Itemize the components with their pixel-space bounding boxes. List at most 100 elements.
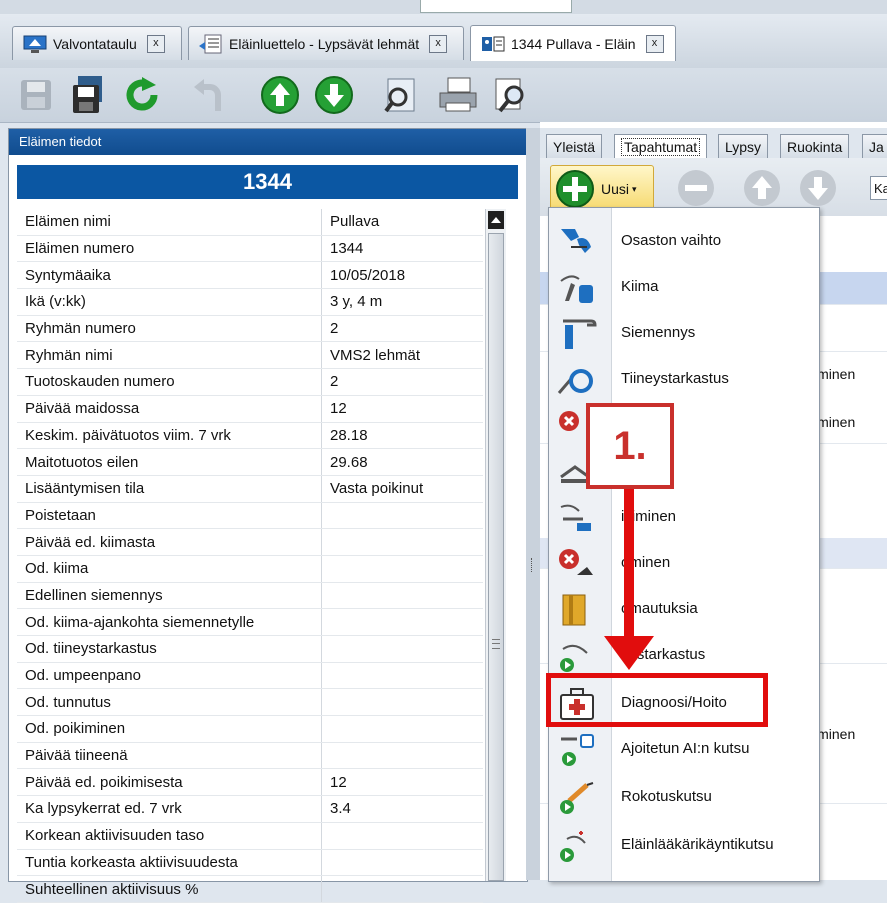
detail-value (321, 688, 483, 717)
detail-label: Päivää ed. poikimisesta (17, 768, 322, 797)
tab-label: 1344 Pullava - Eläin (511, 35, 636, 52)
tab-valvontataulu[interactable]: Valvontataulu x (12, 26, 182, 60)
menu-item-check-schedule[interactable]: eystarkastus (549, 632, 819, 678)
detail-label: Poistetaan (17, 502, 322, 530)
detail-row[interactable]: Ryhmän nimi VMS2 lehmät (17, 341, 483, 370)
print-button[interactable] (436, 74, 480, 116)
detail-label: Ikä (v:kk) (17, 288, 322, 316)
detail-row[interactable]: Tuntia korkeasta aktiivisuudesta (17, 849, 483, 877)
print-preview-button[interactable] (490, 74, 534, 116)
transfer-icon (557, 225, 597, 259)
new-event-button[interactable]: Uusi ▾ (550, 165, 654, 213)
detail-value (321, 742, 483, 770)
menu-item-notes[interactable]: omautuksia (549, 586, 819, 632)
menu-item-vet-visit[interactable]: Eläinlääkärikäyntikutsu (549, 822, 819, 868)
detail-value: 2 (321, 368, 483, 396)
detail-row[interactable]: Ryhmän numero 2 (17, 315, 483, 343)
tab-ruokinta[interactable]: Ruokinta (780, 134, 850, 158)
detail-row[interactable]: Lisääntymisen tila Vasta poikinut (17, 475, 483, 503)
tab-label: Eläinluettelo - Lypsävät lehmät (229, 35, 420, 52)
detail-row[interactable]: Keskim. päivätuotos viim. 7 vrk 28.18 (17, 422, 483, 450)
detail-row[interactable]: Od. tunnutus (17, 688, 483, 717)
tab-ja[interactable]: Ja (862, 134, 887, 158)
menu-item-pregnancy-check[interactable]: Tiineystarkastus (549, 356, 819, 402)
menu-item-label: Tiineystarkastus (621, 370, 729, 387)
save-all-button[interactable] (66, 74, 110, 116)
animal-details-table: Eläimen nimi Pullava Eläimen numero 1344 Syn… (17, 209, 483, 903)
animal-details-panel: Eläimen tiedot 1344 Eläimen nimi Pullava E… (8, 128, 528, 903)
remove-icon[interactable] (676, 168, 716, 208)
detail-row[interactable]: Ka lypsykerrat ed. 7 vrk 3.4 (17, 795, 483, 823)
calving-icon (557, 501, 597, 535)
report-button[interactable] (380, 74, 424, 116)
detail-value: VMS2 lehmät (321, 341, 483, 370)
detail-label: Päivää maidossa (17, 395, 322, 423)
save-icon (21, 80, 51, 110)
scroll-thumb[interactable] (488, 233, 504, 881)
tab-lypsy[interactable]: Lypsy (718, 134, 769, 158)
detail-label: Lisääntymisen tila (17, 475, 322, 503)
detail-row[interactable]: Eläimen nimi Pullava (17, 209, 483, 236)
close-icon[interactable]: x (429, 34, 448, 53)
close-icon[interactable]: x (645, 34, 664, 53)
menu-item-removal[interactable]: ominen (549, 540, 819, 586)
detail-row[interactable]: Päivää ed. poikimisesta 12 (17, 768, 483, 797)
detail-label: Od. kiima-ajankohta siemennetylle (17, 608, 322, 636)
detail-row[interactable]: Poistetaan (17, 502, 483, 530)
detail-label: Ryhmän nimi (17, 341, 322, 370)
detail-row[interactable]: Syntymäaika 10/05/2018 (17, 261, 483, 290)
menu-item-vaccination[interactable]: Rokotuskutsu (549, 774, 819, 820)
address-box[interactable] (420, 0, 572, 13)
detail-row[interactable]: Päivää ed. kiimasta (17, 528, 483, 556)
events-tab-bar: Yleistä Tapahtumat Lypsy Ruokinta Ja (540, 128, 887, 159)
menu-item-heat[interactable]: Kiima (549, 264, 819, 310)
detail-label: Ryhmän numero (17, 315, 322, 343)
menu-item-calving[interactable]: ikiminen (549, 494, 819, 540)
down-disabled-icon[interactable] (798, 168, 838, 208)
timed-ai-icon (557, 733, 597, 767)
detail-row[interactable]: Korkean aktiivisuuden taso (17, 822, 483, 850)
detail-row[interactable]: Od. kiima (17, 555, 483, 583)
menu-item-insemination[interactable]: Siemennys (549, 310, 819, 356)
panel-splitter[interactable] (526, 128, 540, 880)
move-down-button[interactable] (312, 74, 356, 116)
detail-row[interactable]: Od. umpeenpano (17, 662, 483, 690)
check-schedule-icon (557, 639, 597, 673)
detail-row[interactable]: Eläimen numero 1344 (17, 235, 483, 263)
filter-combo[interactable]: Ka (870, 176, 887, 200)
detail-label: Maitotuotos eilen (17, 448, 322, 476)
menu-item-timed-ai[interactable]: Ajoitetun AI:n kutsu (549, 726, 819, 772)
save-button[interactable] (14, 74, 58, 116)
detail-row[interactable]: Od. tiineystarkastus (17, 635, 483, 663)
vet-visit-icon (557, 829, 597, 863)
detail-value (321, 528, 483, 556)
tab-tapahtumat[interactable]: Tapahtumat (614, 134, 708, 158)
detail-row[interactable]: Edellinen siemennys (17, 582, 483, 610)
undo-button[interactable] (188, 74, 232, 116)
detail-value (321, 502, 483, 530)
menu-item-label: Kiima (621, 278, 659, 295)
detail-label: Päivää ed. kiimasta (17, 528, 322, 556)
tab-yleista[interactable]: Yleistä (546, 134, 603, 158)
detail-row[interactable]: Od. kiima-ajankohta siemennetylle (17, 608, 483, 636)
menu-item-label: Osaston vaihto (621, 232, 722, 249)
scroll-up-arrow-icon[interactable] (488, 211, 504, 229)
detail-row[interactable]: Maitotuotos eilen 29.68 (17, 448, 483, 476)
detail-row[interactable]: Tuotoskauden numero 2 (17, 368, 483, 396)
animal-number-banner: 1344 (17, 165, 518, 199)
detail-value: 12 (321, 395, 483, 423)
annotation-arrow-head-icon (604, 636, 654, 670)
down-icon (315, 76, 353, 114)
up-disabled-icon[interactable] (742, 168, 782, 208)
refresh-button[interactable] (120, 74, 164, 116)
detail-row[interactable]: Päivää tiineenä (17, 742, 483, 770)
detail-row[interactable]: Od. poikiminen (17, 715, 483, 743)
detail-row[interactable]: Päivää maidossa 12 (17, 395, 483, 423)
menu-item-transfer[interactable]: Osaston vaihto (549, 218, 819, 264)
close-icon[interactable]: x (146, 34, 165, 53)
detail-row[interactable]: Ikä (v:kk) 3 y, 4 m (17, 288, 483, 316)
vertical-scrollbar[interactable] (485, 209, 506, 881)
move-up-button[interactable] (258, 74, 302, 116)
tab-elainluettelo[interactable]: Eläinluettelo - Lypsävät lehmät x (188, 26, 464, 60)
tab-animal-card[interactable]: 1344 Pullava - Eläin x (470, 25, 676, 61)
